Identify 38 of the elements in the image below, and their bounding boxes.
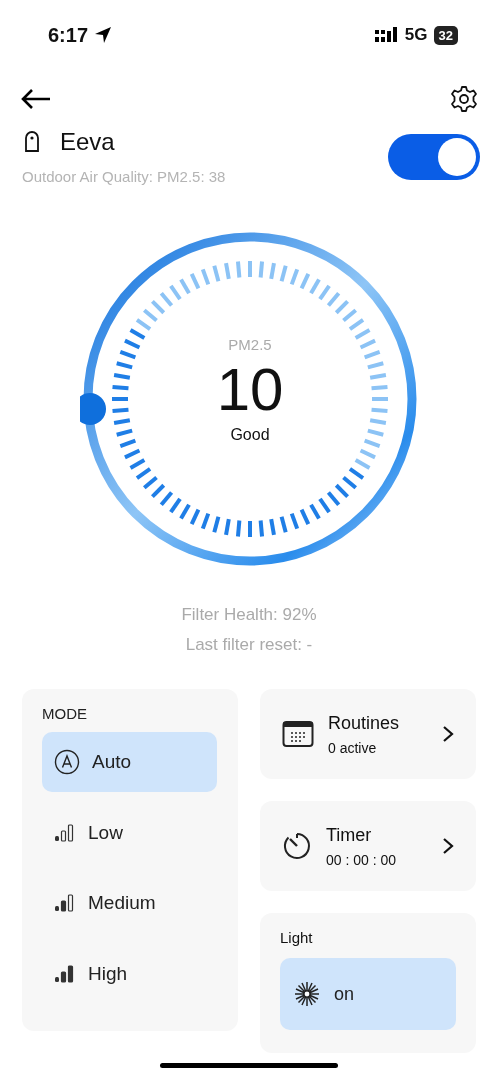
outdoor-air-quality: Outdoor Air Quality: PM2.5: 38: [22, 168, 226, 185]
chevron-right-icon: [442, 837, 454, 855]
routines-card[interactable]: Routines 0 active: [260, 689, 476, 779]
purifier-icon: [24, 131, 40, 153]
mode-option[interactable]: High: [42, 944, 217, 1004]
light-icon: [294, 981, 320, 1007]
timer-card[interactable]: Timer 00 : 00 : 00: [260, 801, 476, 891]
mode-title: MODE: [42, 705, 88, 722]
fan-speed-icon: [54, 893, 76, 914]
status-time: 6:17: [48, 23, 89, 47]
timer-icon: [282, 831, 312, 861]
settings-icon[interactable]: [450, 85, 478, 113]
filter-reset: Last filter reset: -: [185, 635, 313, 655]
mode-option[interactable]: Medium: [42, 873, 217, 934]
mode-option[interactable]: Auto: [42, 732, 217, 792]
fan-speed-icon: [54, 964, 76, 985]
pm-label: PM2.5: [228, 336, 272, 353]
timer-value: 00 : 00 : 00: [326, 851, 398, 868]
filter-health: Filter Health: 92%: [181, 605, 317, 625]
signal-icon: [374, 27, 399, 43]
mode-option[interactable]: Low: [42, 802, 217, 863]
chevron-right-icon: [442, 725, 454, 743]
air-quality-rating: Good: [230, 426, 270, 444]
battery-indicator: 32: [433, 25, 458, 45]
back-arrow-icon[interactable]: [20, 88, 52, 110]
network-label: 5G: [404, 25, 428, 45]
timer-title: Timer: [326, 824, 373, 846]
calendar-icon: [282, 720, 314, 748]
fan-speed-icon: [54, 822, 76, 843]
pm-value: 10: [216, 355, 284, 424]
location-arrow-icon: [94, 26, 113, 44]
auto-mode-icon: [54, 748, 80, 775]
light-toggle-button[interactable]: on: [280, 958, 456, 1030]
light-title: Light: [280, 929, 314, 946]
power-toggle[interactable]: [388, 133, 480, 180]
device-name: Eeva: [60, 128, 115, 156]
routines-count: 0 active: [328, 739, 378, 756]
routines-title: Routines: [328, 712, 401, 734]
